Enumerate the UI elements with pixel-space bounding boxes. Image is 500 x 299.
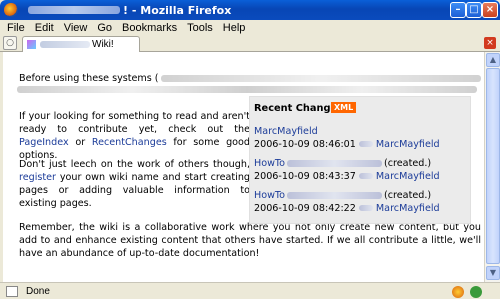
paragraph-remember: Remember, the wiki is a collaborative wo…: [19, 222, 481, 259]
firefox-icon: [4, 3, 18, 17]
firefox-status-icon: [452, 286, 464, 298]
recent-change-meta: 2006-10-09 08:42:22 MarcMayfield: [254, 203, 440, 214]
recent-changes-title: Recent Changes: [254, 103, 343, 114]
title-bar: ! - Mozilla Firefox – □ ×: [0, 0, 500, 20]
status-text: Done: [26, 285, 50, 297]
redacted-text: [17, 86, 477, 93]
link-pageindex[interactable]: PageIndex: [19, 137, 69, 148]
recent-changes-panel: Recent Changes XML MarcMayfield 2006-10-…: [249, 96, 471, 224]
author-link[interactable]: MarcMayfield: [376, 171, 440, 182]
redacted-text: [287, 191, 383, 199]
link-register[interactable]: register: [19, 172, 56, 183]
page-status-icon: [6, 285, 18, 297]
window-title: ! - Mozilla Firefox: [24, 4, 231, 17]
paragraph-register: Don't just leech on the work of others t…: [19, 159, 250, 209]
link-recentchanges[interactable]: RecentChanges: [92, 137, 167, 148]
xml-feed-badge[interactable]: XML: [331, 102, 357, 113]
page-content: Before using these systems ( If your loo…: [3, 52, 484, 282]
menu-bar: File Edit View Go Bookmarks Tools Help: [0, 20, 500, 35]
redacted-text: [287, 159, 383, 167]
security-icon: [470, 286, 482, 298]
menu-edit[interactable]: Edit: [35, 22, 54, 34]
recent-change-link[interactable]: HowTo: [254, 190, 285, 201]
tab-wiki[interactable]: Wiki!: [22, 36, 140, 52]
new-tab-icon[interactable]: ○: [3, 36, 17, 50]
menu-tools[interactable]: Tools: [187, 22, 213, 34]
scroll-thumb[interactable]: [486, 68, 500, 264]
menu-bookmarks[interactable]: Bookmarks: [122, 22, 177, 34]
recent-change-link[interactable]: HowTo: [254, 158, 285, 169]
recent-change-title: HowTo (created.): [254, 190, 432, 201]
redacted-text: [160, 74, 481, 82]
author-link[interactable]: MarcMayfield: [376, 139, 440, 150]
tab-bar: ○ Wiki!: [0, 35, 500, 52]
paragraph-read: If your looking for something to read an…: [19, 111, 250, 161]
redacted-text: [358, 173, 373, 179]
menu-go[interactable]: Go: [97, 22, 112, 34]
scroll-up-icon[interactable]: ▲: [486, 53, 500, 67]
author-link[interactable]: MarcMayfield: [376, 203, 440, 214]
tab-label: Wiki!: [92, 39, 114, 50]
redacted-text: [358, 205, 373, 211]
favicon-icon: [27, 40, 36, 49]
close-tab-icon[interactable]: ×: [484, 37, 496, 49]
recent-change-meta: 2006-10-09 08:46:01 MarcMayfield: [254, 139, 440, 150]
close-button[interactable]: ×: [482, 2, 498, 18]
intro-text: Before using these systems (: [19, 72, 481, 85]
scroll-down-icon[interactable]: ▼: [486, 266, 500, 280]
redacted-text: [28, 6, 120, 14]
recent-change-title: HowTo (created.): [254, 158, 432, 169]
menu-file[interactable]: File: [7, 22, 25, 34]
maximize-button[interactable]: □: [466, 2, 482, 18]
status-bar: Done: [0, 282, 500, 299]
redacted-text: [358, 141, 373, 147]
menu-view[interactable]: View: [64, 22, 88, 34]
menu-help[interactable]: Help: [223, 22, 246, 34]
recent-change-link[interactable]: MarcMayfield: [254, 126, 318, 137]
recent-change-meta: 2006-10-09 08:43:37 MarcMayfield: [254, 171, 440, 182]
vertical-scrollbar[interactable]: ▲ ▼: [484, 52, 500, 282]
recent-change-title: MarcMayfield: [254, 125, 318, 138]
minimize-button[interactable]: –: [450, 2, 466, 18]
redacted-text: [40, 41, 90, 48]
